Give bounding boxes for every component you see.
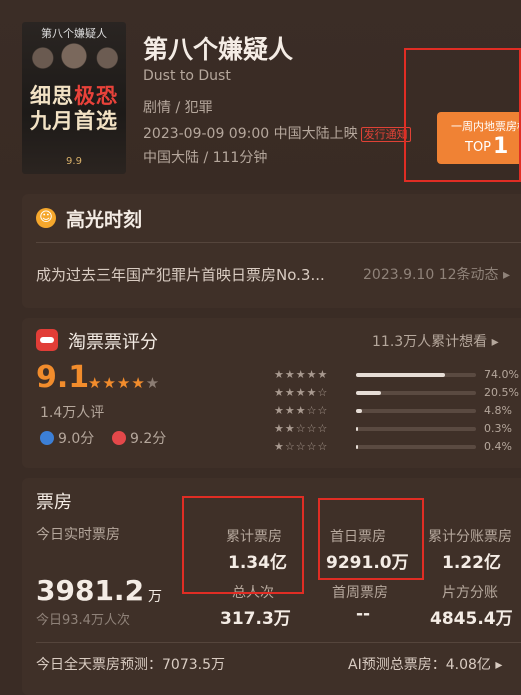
realtime-value: 3981.2: [36, 574, 145, 607]
highlight-icon: ☺: [36, 208, 56, 228]
realtime-admissions: 今日93.4万人次: [36, 613, 130, 628]
annotation-box-rank: [404, 48, 521, 182]
split-label: 累计分账票房: [428, 529, 512, 545]
distribution-percent: 0.3%: [484, 422, 512, 435]
highlight-text[interactable]: 成为过去三年国产犯罪片首映日票房No.3...: [36, 264, 325, 285]
distribution-bar: [356, 427, 476, 431]
highlights-title: 高光时刻: [66, 209, 143, 231]
distribution-percent: 0.4%: [484, 440, 512, 453]
distribution-bar: [356, 409, 476, 413]
movie-title: 第八个嫌疑人: [143, 35, 294, 64]
poster-date: 9.9: [66, 156, 82, 167]
rating-stars: ★★★★★: [88, 374, 160, 392]
poster-slogan-line2: 九月首选: [30, 109, 118, 133]
rating-score: 9.1: [36, 360, 90, 395]
movie-english-title: Dust to Dust: [143, 68, 231, 84]
taopiaopiao-logo-icon: [36, 329, 58, 351]
highlights-card[interactable]: ☺ 高光时刻 成为过去三年国产犯罪片首映日票房No.3... 2023.9.10…: [22, 194, 521, 308]
distribution-fill: [356, 409, 362, 413]
producer-share-label: 片方分账: [442, 585, 498, 601]
highlight-dynamics-link[interactable]: 2023.9.10 12条动态 ▸: [363, 264, 510, 284]
divider: [36, 642, 521, 643]
rater-count: 1.4万人评: [40, 405, 105, 421]
box-office-title: 票房: [36, 492, 72, 513]
stars-filled: ★★★★: [88, 374, 146, 392]
divider: [36, 242, 521, 243]
today-forecast: 今日全天票房预测：7073.5万: [36, 657, 225, 673]
total-admissions-value: 317.3万: [220, 609, 291, 629]
box-office-card: 票房 今日实时票房 3981.2 万 今日93.4万人次 累计票房 1.34亿 …: [22, 478, 521, 695]
distribution-percent: 74.0%: [484, 368, 519, 381]
movie-header: 第八个嫌疑人 细思极恐 九月首选 9.9 第八个嫌疑人 Dust to Dust…: [0, 0, 521, 190]
ai-forecast-link[interactable]: AI预测总票房：4.08亿 ▸: [348, 654, 502, 674]
distribution-fill: [356, 373, 445, 377]
distribution-percent: 20.5%: [484, 386, 519, 399]
distribution-fill: [356, 445, 358, 449]
annotation-box-first-day: [318, 498, 424, 580]
first-week-value: --: [356, 604, 371, 624]
poster-slogan-b: 极恐: [74, 84, 118, 108]
distribution-stars: ★★★★☆: [274, 386, 329, 399]
poster-faces: [22, 38, 126, 78]
distribution-fill: [356, 391, 381, 395]
realtime-unit: 万: [148, 589, 162, 605]
distribution-bar: [356, 445, 476, 449]
male-score: 9.0分: [40, 428, 94, 448]
distribution-bar: [356, 373, 476, 377]
movie-genre: 剧情 / 犯罪: [143, 100, 213, 116]
female-icon: [112, 431, 126, 445]
distribution-stars: ★★★★★: [274, 368, 329, 381]
realtime-label: 今日实时票房: [36, 527, 120, 543]
movie-release: 2023-09-09 09:00 中国大陆上映 发行通知: [143, 123, 411, 143]
movie-meta: 中国大陆 / 111分钟: [143, 150, 268, 166]
distribution-percent: 4.8%: [484, 404, 512, 417]
first-week-label: 首周票房: [332, 585, 388, 601]
split-value: 1.22亿: [442, 553, 501, 573]
distribution-stars: ★★☆☆☆: [274, 422, 329, 435]
female-score-value: 9.2分: [130, 431, 167, 447]
male-score-value: 9.0分: [58, 431, 95, 447]
poster-slogan: 细思极恐 九月首选: [26, 84, 122, 134]
stars-empty: ★: [145, 374, 161, 392]
movie-poster[interactable]: 第八个嫌疑人 细思极恐 九月首选 9.9: [22, 22, 126, 174]
release-date: 2023-09-09 09:00 中国大陆上映: [143, 126, 358, 142]
producer-share-value: 4845.4万: [430, 609, 513, 629]
rating-title: 淘票票评分: [68, 332, 158, 353]
taopiaopiao-rating-card: 淘票票评分 11.3万人累计想看 ▸ 9.1 ★★★★★ 1.4万人评 9.0分…: [22, 318, 521, 468]
distribution-stars: ★☆☆☆☆: [274, 440, 329, 453]
want-to-see-link[interactable]: 11.3万人累计想看 ▸: [372, 331, 499, 351]
distribution-stars: ★★★☆☆: [274, 404, 329, 417]
male-icon: [40, 431, 54, 445]
poster-slogan-a: 细思: [30, 84, 74, 108]
distribution-fill: [356, 427, 358, 431]
female-score: 9.2分: [112, 428, 166, 448]
distribution-bar: [356, 391, 476, 395]
annotation-box-cumulative: [182, 496, 304, 594]
